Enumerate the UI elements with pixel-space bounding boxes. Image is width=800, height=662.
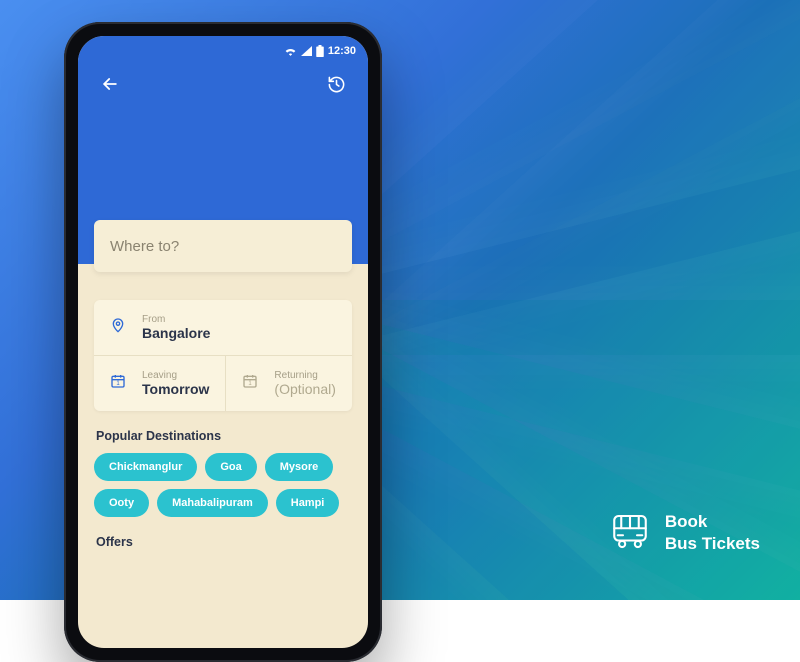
leaving-label: Leaving bbox=[142, 370, 209, 381]
brand-line2: Bus Tickets bbox=[665, 533, 760, 554]
from-field[interactable]: From Bangalore bbox=[94, 300, 352, 355]
returning-field[interactable]: 1 Returning (Optional) bbox=[225, 356, 352, 411]
search-input[interactable]: Where to? bbox=[94, 220, 352, 272]
destination-chip[interactable]: Goa bbox=[205, 453, 256, 481]
phone-screen: 12:30 Where to? From bbox=[78, 36, 368, 648]
destination-chip[interactable]: Mahabalipuram bbox=[157, 489, 268, 517]
status-bar: 12:30 bbox=[78, 36, 368, 60]
destination-chip[interactable]: Hampi bbox=[276, 489, 340, 517]
from-value: Bangalore bbox=[142, 325, 210, 341]
svg-text:1: 1 bbox=[249, 381, 253, 387]
signal-icon bbox=[301, 46, 312, 56]
app-toolbar bbox=[78, 60, 368, 98]
bus-icon bbox=[609, 509, 651, 556]
returning-value: (Optional) bbox=[274, 381, 335, 397]
returning-label: Returning bbox=[274, 370, 335, 381]
destination-chip[interactable]: Mysore bbox=[265, 453, 334, 481]
offers-title: Offers bbox=[96, 535, 350, 549]
battery-icon bbox=[316, 45, 324, 57]
brand-line1: Book bbox=[665, 511, 760, 532]
svg-text:1: 1 bbox=[116, 381, 120, 387]
brand-badge: Book Bus Tickets bbox=[609, 509, 760, 556]
popular-title: Popular Destinations bbox=[96, 429, 350, 443]
search-placeholder: Where to? bbox=[110, 238, 179, 255]
wifi-icon bbox=[284, 46, 297, 56]
calendar-icon: 1 bbox=[110, 373, 130, 394]
history-button[interactable] bbox=[322, 70, 350, 98]
pin-icon bbox=[110, 316, 130, 339]
destination-chip[interactable]: Chickmanglur bbox=[94, 453, 197, 481]
destination-chip[interactable]: Ooty bbox=[94, 489, 149, 517]
from-label: From bbox=[142, 314, 210, 325]
leaving-value: Tomorrow bbox=[142, 381, 209, 397]
phone-frame: 12:30 Where to? From bbox=[64, 22, 382, 662]
leaving-field[interactable]: 1 Leaving Tomorrow bbox=[94, 356, 225, 411]
popular-chips: Chickmanglur Goa Mysore Ooty Mahabalipur… bbox=[78, 453, 368, 517]
calendar-icon: 1 bbox=[242, 373, 262, 394]
back-button[interactable] bbox=[96, 70, 124, 98]
app-header: 12:30 Where to? bbox=[78, 36, 368, 264]
status-time: 12:30 bbox=[328, 45, 356, 57]
trip-card: From Bangalore 1 Leaving Tomorrow 1 bbox=[94, 300, 352, 411]
